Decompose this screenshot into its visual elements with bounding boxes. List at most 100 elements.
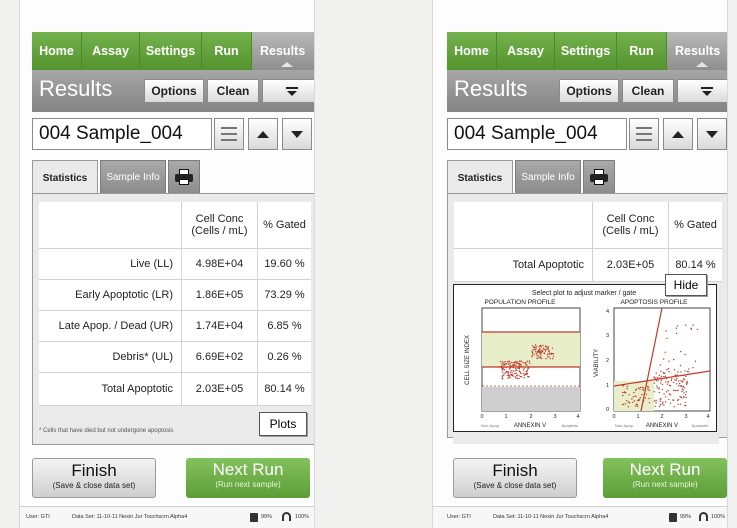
apoptosis-dot <box>674 379 676 381</box>
tab-home[interactable]: Home <box>32 32 82 70</box>
apoptosis-dot <box>665 381 667 383</box>
apoptosis-dot <box>683 397 685 399</box>
apoptosis-dot <box>677 399 679 402</box>
population-dot <box>523 367 525 370</box>
tab-sample-info[interactable]: Sample Info <box>100 160 166 194</box>
sample-list-button[interactable] <box>214 118 244 150</box>
apoptosis-dot <box>642 389 644 391</box>
apoptosis-dot <box>653 377 655 379</box>
apoptosis-dot <box>647 388 649 390</box>
next-run-button[interactable]: Next Run (Run next sample) <box>603 458 727 498</box>
finish-label: Finish <box>71 461 117 480</box>
apoptosis-ylabel: VIABILITY <box>594 349 600 377</box>
status-dataset: Data Set: 11-10-11 Nexin Jur Touchscrn A… <box>72 514 188 520</box>
apoptosis-dot <box>648 402 651 404</box>
apoptosis-dot <box>672 381 675 384</box>
next-sample-button[interactable] <box>282 118 312 150</box>
apoptosis-profile-plot[interactable]: APOPTOSIS PROFILE VIABILITY 0 1 2 3 4 0 … <box>594 299 711 429</box>
apoptosis-dot <box>660 380 662 382</box>
tab-run[interactable]: Run <box>617 32 667 70</box>
table-row: Debris* (UL) 6.69E+02 0.26 % <box>39 341 311 372</box>
population-dot <box>547 348 549 350</box>
wifi-icon <box>282 512 291 521</box>
apoptosis-dot <box>676 332 678 335</box>
population-dot <box>520 365 522 367</box>
apoptosis-ytick: 3 <box>606 333 609 339</box>
tab-home[interactable]: Home <box>447 32 497 70</box>
population-gate-region <box>482 332 580 367</box>
tab-run[interactable]: Run <box>202 32 252 70</box>
population-dot <box>509 367 511 369</box>
apoptosis-dot <box>684 353 686 356</box>
finish-button[interactable]: Finish (Save & close data set) <box>453 458 577 498</box>
population-dot <box>518 368 520 370</box>
tab-settings[interactable]: Settings <box>555 32 617 70</box>
apoptosis-dot <box>633 400 636 402</box>
apoptosis-dot <box>659 364 661 366</box>
population-dot <box>506 374 509 376</box>
filter-menu-button[interactable] <box>262 79 314 103</box>
next-run-button[interactable]: Next Run (Run next sample) <box>186 458 310 498</box>
filter-menu-button[interactable] <box>677 79 727 103</box>
page-title: Results <box>39 76 113 101</box>
population-tick: 1 <box>504 414 507 420</box>
previous-sample-button[interactable] <box>248 118 278 150</box>
apoptosis-dot <box>661 378 663 380</box>
apoptosis-dot <box>681 390 683 393</box>
finish-button[interactable]: Finish (Save & close data set) <box>32 458 156 498</box>
status-user: User: GTI <box>26 514 50 520</box>
sample-name-field[interactable]: 004 Sample_004 <box>447 118 627 150</box>
print-button[interactable] <box>583 160 615 194</box>
sample-name-field[interactable]: 004 Sample_004 <box>32 118 212 150</box>
tab-assay[interactable]: Assay <box>497 32 555 70</box>
row-label: Total Apoptotic <box>512 259 584 271</box>
tab-assay[interactable]: Assay <box>82 32 140 70</box>
apoptosis-dot <box>676 374 679 376</box>
clean-button[interactable]: Clean <box>622 79 674 103</box>
population-dot <box>509 371 512 373</box>
apoptosis-dot <box>627 406 629 408</box>
sample-list-button[interactable] <box>629 118 659 150</box>
population-dot <box>524 362 526 364</box>
next-sample-button[interactable] <box>697 118 727 150</box>
population-dot <box>519 370 521 373</box>
population-dot <box>508 360 511 363</box>
apoptosis-dot <box>667 389 669 392</box>
results-title-bar: Results Options Clean <box>32 70 314 112</box>
row-gated: 6.85 % <box>257 311 311 341</box>
apoptosis-dot <box>675 374 677 376</box>
population-dot <box>535 348 537 350</box>
tab-settings[interactable]: Settings <box>140 32 202 70</box>
tab-results[interactable]: Results <box>667 32 727 70</box>
population-dot <box>518 377 520 380</box>
apoptosis-dot <box>686 380 688 382</box>
apoptosis-x-left: Non-Apop <box>615 423 634 428</box>
population-profile-plot[interactable]: POPULATION PROFILE CELL SIZE INDEX 0 1 2… <box>465 299 581 429</box>
apoptosis-dot <box>669 402 672 404</box>
main-nav: Home Assay Settings Run Results <box>32 32 314 70</box>
menu-icon <box>701 87 713 96</box>
options-button[interactable]: Options <box>144 79 204 103</box>
population-dot <box>542 350 544 353</box>
finish-label: Finish <box>492 461 538 480</box>
plots-button[interactable]: Plots <box>259 412 307 436</box>
apoptosis-dot <box>683 378 686 381</box>
population-dot <box>541 357 543 360</box>
tab-statistics[interactable]: Statistics <box>447 160 513 195</box>
clean-button[interactable]: Clean <box>207 79 259 103</box>
options-button[interactable]: Options <box>559 79 619 103</box>
population-dot <box>539 355 542 358</box>
population-dot <box>539 357 541 359</box>
population-dot <box>537 355 540 357</box>
printer-icon <box>175 169 193 185</box>
tab-sample-info[interactable]: Sample Info <box>515 160 581 194</box>
tab-results[interactable]: Results <box>252 32 314 70</box>
plots-area[interactable]: Select plot to adjust marker / gate POPU… <box>453 284 717 432</box>
population-dot <box>499 360 502 363</box>
hide-plots-button[interactable]: Hide <box>665 274 707 296</box>
previous-sample-button[interactable] <box>663 118 693 150</box>
apoptosis-dot <box>682 389 684 391</box>
population-dot <box>534 344 537 346</box>
tab-statistics[interactable]: Statistics <box>32 160 98 195</box>
print-button[interactable] <box>168 160 200 194</box>
